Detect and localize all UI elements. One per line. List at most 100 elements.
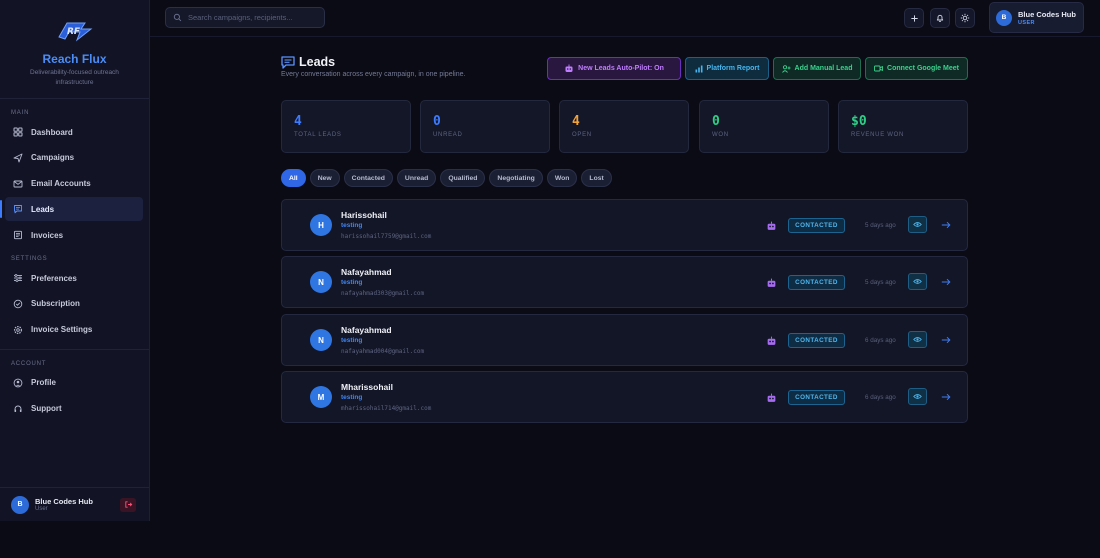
gear-icon	[13, 325, 23, 335]
topbar: B Blue Codes Hub USER	[150, 0, 1100, 37]
connect-google-meet-button[interactable]: Connect Google Meet	[865, 57, 968, 80]
lead-email: nafayahmad303@gmail.com	[341, 290, 425, 297]
platform-report-button[interactable]: Platform Report	[685, 57, 769, 80]
filter-new[interactable]: New	[309, 169, 340, 187]
search-input[interactable]	[188, 13, 318, 22]
sidebar-user-role: User	[35, 506, 48, 512]
filter-negotiating[interactable]: Negotiating	[489, 169, 543, 187]
stat-value: $0	[851, 114, 867, 129]
nav-section-settings: SETTINGS	[11, 256, 48, 263]
robot-icon	[765, 219, 778, 232]
view-lead-button[interactable]	[908, 216, 927, 233]
open-lead-arrow-icon[interactable]	[939, 218, 953, 232]
user-menu[interactable]: B Blue Codes Hub USER	[989, 2, 1084, 33]
lead-timestamp: 5 days ago	[865, 279, 896, 286]
nav-section-main: MAIN	[11, 110, 30, 116]
filter-qualified[interactable]: Qualified	[440, 169, 486, 187]
sidebar-item-label: Invoices	[31, 230, 64, 240]
stat-value: 4	[572, 114, 580, 129]
sidebar-item-leads[interactable]: Leads	[0, 197, 143, 222]
filter-unread[interactable]: Unread	[396, 169, 437, 187]
lead-row[interactable]: N Nafayahmad testing nafayahmad004@gmail…	[281, 314, 968, 366]
robot-icon	[765, 334, 778, 347]
sidebar-item-label: Preferences	[31, 273, 77, 283]
brand-name: Reach Flux	[42, 52, 107, 66]
avatar: B	[11, 495, 29, 514]
page-title: Leads	[281, 55, 465, 69]
stat-card-revenue-won: $0 REVENUE WON	[838, 100, 968, 153]
autopilot-button[interactable]: New Leads Auto-Pilot: On	[547, 57, 681, 80]
add-button[interactable]	[904, 8, 924, 28]
stat-value: 4	[294, 114, 302, 129]
status-badge: CONTACTED	[788, 218, 845, 233]
search-box[interactable]	[165, 7, 325, 28]
add-manual-lead-label: Add Manual Lead	[794, 65, 853, 72]
sidebar-item-campaigns[interactable]: Campaigns	[5, 146, 143, 170]
logout-button[interactable]	[120, 497, 136, 512]
theme-toggle-button[interactable]	[955, 8, 975, 28]
stat-card-open: 4 OPEN	[559, 100, 689, 153]
open-lead-arrow-icon[interactable]	[939, 275, 953, 289]
sidebar-item-label: Email Accounts	[31, 179, 91, 189]
lead-timestamp: 6 days ago	[865, 337, 896, 344]
sun-icon	[960, 13, 970, 23]
stat-card-total-leads: 4 TOTAL LEADS	[281, 100, 411, 153]
add-manual-lead-button[interactable]: Add Manual Lead	[773, 57, 861, 80]
sidebar-item-dashboard[interactable]: Dashboard	[5, 120, 143, 144]
open-lead-arrow-icon[interactable]	[939, 333, 953, 347]
lead-campaign: testing	[341, 337, 363, 344]
filter-contacted[interactable]: Contacted	[343, 169, 393, 187]
stat-value: 0	[433, 114, 441, 129]
divider	[0, 98, 149, 99]
lead-row[interactable]: H Harissohail testing harissohail7759@gm…	[281, 199, 968, 251]
lead-row[interactable]: N Nafayahmad testing nafayahmad303@gmail…	[281, 256, 968, 308]
filter-lost[interactable]: Lost	[581, 169, 612, 187]
logout-icon	[124, 501, 132, 508]
status-filters: All New Contacted Unread Qualified Negot…	[281, 169, 612, 187]
lead-row[interactable]: M Mharissohail testing mharissohail714@g…	[281, 371, 968, 423]
sidebar-item-subscription[interactable]: Subscription	[5, 292, 143, 316]
robot-icon	[765, 276, 778, 289]
sidebar-item-label: Dashboard	[31, 127, 73, 137]
lead-name: Nafayahmad	[341, 267, 392, 277]
connect-google-meet-label: Connect Google Meet	[887, 65, 959, 72]
lead-campaign: testing	[341, 222, 363, 229]
sidebar-item-support[interactable]: Support	[5, 397, 143, 421]
sidebar-user-name: Blue Codes Hub	[35, 497, 93, 506]
eye-icon	[913, 337, 922, 342]
stat-label: UNREAD	[433, 132, 463, 138]
notifications-button[interactable]	[930, 8, 950, 28]
eye-icon	[913, 222, 922, 227]
lead-email: nafayahmad004@gmail.com	[341, 348, 425, 355]
autopilot-label: New Leads Auto-Pilot: On	[578, 65, 664, 72]
brand-logo[interactable]: RF	[54, 18, 96, 44]
stat-value: 0	[712, 114, 720, 129]
user-role: USER	[1018, 19, 1035, 26]
view-lead-button[interactable]	[908, 273, 927, 290]
view-lead-button[interactable]	[908, 331, 927, 348]
sidebar-item-email-accounts[interactable]: Email Accounts	[5, 172, 143, 196]
lead-name: Harissohail	[341, 210, 387, 220]
sidebar-item-profile[interactable]: Profile	[5, 371, 143, 395]
filter-all[interactable]: All	[281, 169, 306, 187]
lead-name: Nafayahmad	[341, 325, 392, 335]
open-lead-arrow-icon[interactable]	[939, 390, 953, 404]
view-lead-button[interactable]	[908, 388, 927, 405]
lead-avatar: N	[310, 329, 332, 351]
lead-avatar: H	[310, 214, 332, 236]
sidebar-item-label: Leads	[31, 204, 55, 214]
headset-icon	[13, 404, 23, 414]
eye-icon	[913, 394, 922, 399]
sidebar-item-invoices[interactable]: Invoices	[5, 223, 143, 247]
lead-timestamp: 6 days ago	[865, 394, 896, 401]
sidebar-item-invoice-settings[interactable]: Invoice Settings	[5, 318, 143, 342]
user-icon	[13, 378, 23, 388]
send-icon	[13, 153, 23, 163]
filter-won[interactable]: Won	[546, 169, 578, 187]
lead-campaign: testing	[341, 279, 363, 286]
user-name: Blue Codes Hub	[1018, 9, 1076, 19]
mail-icon	[13, 179, 23, 189]
dashboard-icon	[13, 127, 23, 137]
platform-report-label: Platform Report	[706, 65, 760, 72]
sidebar-item-preferences[interactable]: Preferences	[5, 266, 143, 290]
